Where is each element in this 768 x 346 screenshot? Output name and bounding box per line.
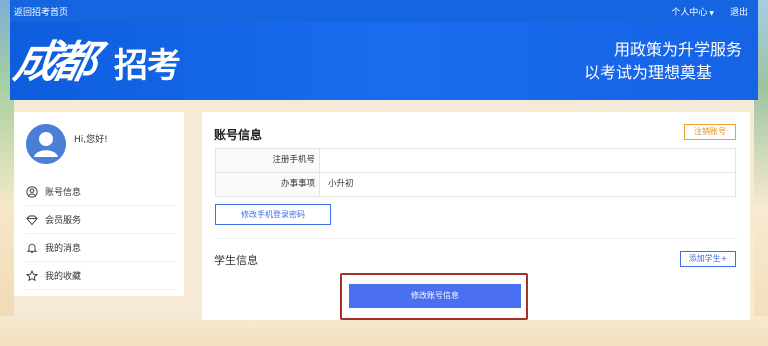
sidebar-item-label: 我的收藏 [45, 272, 82, 282]
logo-calligraphy: 成都 [9, 37, 97, 88]
slogan: 用政策为升学服务 以考试为理想奠基 [502, 38, 742, 84]
account-info-title: 账号信息 [214, 128, 263, 142]
sidebar-item-membership[interactable]: 会员服务 [26, 206, 176, 234]
user-center-menu[interactable]: 个人中心 ▼ [671, 5, 714, 18]
divider [214, 238, 738, 239]
add-student-button[interactable]: 添加学生+ [680, 251, 736, 267]
background-bottom [0, 316, 768, 346]
sidebar-item-favorites[interactable]: 我的收藏 [26, 262, 176, 290]
row-key: 办事事项 [216, 173, 320, 196]
table-row: 办事事项 小升初 [215, 173, 736, 197]
row-value: 小升初 [328, 179, 354, 189]
site-logo[interactable]: 成都 招考 [10, 26, 196, 96]
sidebar-item-label: 账号信息 [45, 188, 82, 198]
banner: 成都 招考 用政策为升学服务 以考试为理想奠基 [10, 22, 758, 100]
user-center-label: 个人中心 [671, 8, 708, 18]
slogan-line-2: 以考试为理想奠基 [583, 63, 712, 82]
top-bar: 返回招考首页 个人中心 ▼ 退出 [10, 0, 758, 22]
row-key: 注册手机号 [216, 149, 320, 172]
row-value [320, 149, 328, 172]
edit-account-button[interactable]: 修改账号信息 [349, 284, 521, 308]
greeting: Hi,您好! [74, 135, 108, 145]
cancel-account-button[interactable]: 注销账号 [684, 124, 736, 140]
sidebar-item-messages[interactable]: 我的消息 [26, 234, 176, 262]
slogan-line-1: 用政策为升学服务 [613, 40, 742, 59]
diamond-icon [26, 214, 38, 226]
logo-bold: 招考 [114, 47, 181, 85]
main-panel: 账号信息 注销账号 注册手机号 办事事项 小升初 修改手机登录密码 学生信息 添… [202, 112, 750, 320]
account-info-table: 注册手机号 办事事项 小升初 [215, 148, 736, 197]
caret-down-icon: ▼ [709, 10, 714, 17]
user-circle-icon [26, 185, 38, 198]
sidebar-menu: 账号信息 会员服务 我的消息 我的收藏 [26, 178, 176, 290]
sidebar-item-label: 会员服务 [45, 216, 82, 226]
sidebar-item-account-info[interactable]: 账号信息 [26, 178, 176, 206]
student-info-title: 学生信息 [214, 254, 258, 267]
sidebar: Hi,您好! 账号信息 会员服务 我的消息 我的收藏 [14, 112, 184, 296]
logout-link[interactable]: 退出 [730, 5, 748, 18]
star-icon [26, 269, 38, 282]
home-link[interactable]: 返回招考首页 [14, 5, 68, 18]
avatar [26, 124, 66, 164]
bell-icon [26, 242, 38, 254]
avatar-user-icon [26, 124, 66, 164]
sidebar-item-label: 我的消息 [45, 244, 82, 254]
table-row: 注册手机号 [215, 149, 736, 173]
change-password-button[interactable]: 修改手机登录密码 [215, 204, 331, 225]
